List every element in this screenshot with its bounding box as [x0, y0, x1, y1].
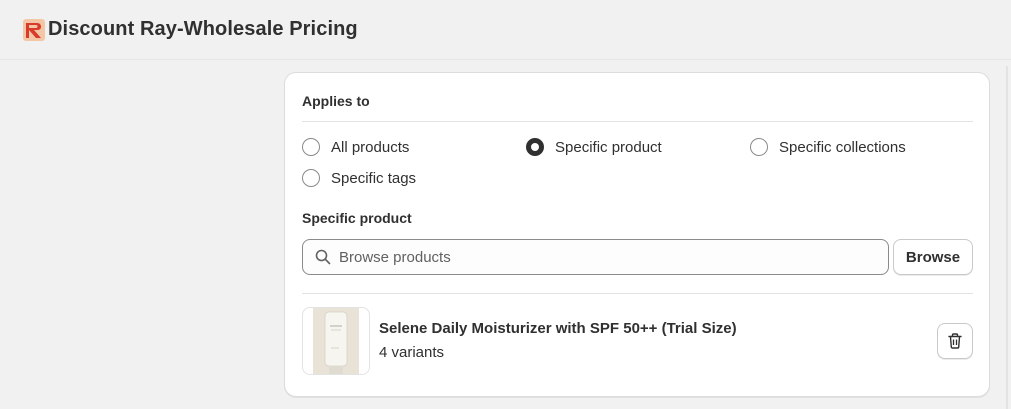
delete-product-button[interactable] [937, 323, 973, 359]
browse-button[interactable]: Browse [893, 239, 973, 275]
radio-specific-product[interactable]: Specific product [526, 138, 662, 156]
radio-label: Specific collections [779, 138, 906, 156]
app-title: Discount Ray-Wholesale Pricing [48, 18, 358, 40]
radio-button[interactable] [302, 138, 320, 156]
radio-button[interactable] [750, 138, 768, 156]
divider [302, 121, 973, 122]
app-logo-icon [23, 19, 45, 41]
product-name: Selene Daily Moisturizer with SPF 50++ (… [379, 320, 737, 337]
radio-all-products[interactable]: All products [302, 138, 409, 156]
product-variants: 4 variants [379, 344, 445, 361]
product-thumbnail [302, 307, 370, 375]
product-search-field[interactable] [302, 239, 889, 275]
app-header: Discount Ray-Wholesale Pricing [0, 0, 1011, 60]
page-edge-divider [1006, 66, 1008, 409]
radio-specific-tags[interactable]: Specific tags [302, 169, 416, 187]
search-input[interactable] [339, 248, 879, 266]
specific-product-title: Specific product [302, 210, 412, 226]
radio-button-selected[interactable] [526, 138, 544, 156]
radio-label: All products [331, 138, 410, 156]
product-list-item: Selene Daily Moisturizer with SPF 50++ (… [302, 307, 973, 375]
applies-to-card: Applies to All products Specific product… [284, 72, 990, 397]
applies-to-title: Applies to [302, 93, 370, 109]
divider [302, 293, 973, 294]
search-icon [315, 249, 331, 265]
radio-label: Specific tags [331, 169, 417, 187]
moisturizer-tube-image [313, 308, 359, 374]
radio-label: Specific product [555, 138, 662, 156]
radio-specific-collections[interactable]: Specific collections [750, 138, 906, 156]
radio-button[interactable] [302, 169, 320, 187]
trash-icon [948, 333, 962, 349]
